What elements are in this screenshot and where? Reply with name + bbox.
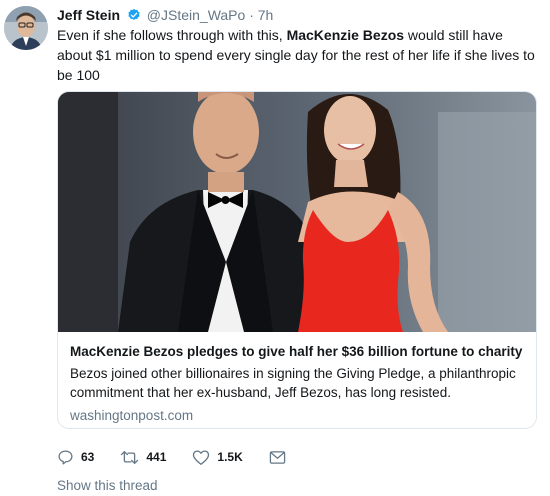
tweet-text: Even if she follows through with this, M…: [57, 25, 537, 85]
author-handle[interactable]: @JStein_WaPo: [147, 7, 246, 23]
tweet-text-bold: MacKenzie Bezos: [286, 27, 405, 43]
card-body: MacKenzie Bezos pledges to give half her…: [70, 343, 526, 425]
tweet-actions: 63 441 1.5K: [57, 447, 312, 467]
tweet-text-part1: Even if she follows through with this,: [57, 27, 287, 43]
heart-icon: [192, 449, 210, 466]
envelope-icon: [269, 450, 286, 465]
direct-message-button[interactable]: [269, 450, 286, 465]
reply-icon: [57, 449, 74, 466]
card-title[interactable]: MacKenzie Bezos pledges to give half her…: [70, 343, 526, 361]
tweet-timestamp[interactable]: 7h: [258, 7, 274, 23]
card-description: Bezos joined other billionaires in signi…: [70, 366, 516, 400]
retweet-icon: [120, 449, 139, 466]
reply-button[interactable]: 63: [57, 449, 94, 466]
card-image: [58, 92, 536, 332]
show-thread-link[interactable]: Show this thread: [57, 478, 158, 493]
like-count: 1.5K: [217, 450, 243, 464]
retweet-button[interactable]: 441: [120, 449, 166, 466]
header-separator: ·: [249, 7, 254, 23]
like-button[interactable]: 1.5K: [192, 449, 243, 466]
verified-badge-icon: [127, 8, 141, 26]
retweet-count: 441: [146, 450, 167, 464]
tweet-header: Jeff Stein @JStein_WaPo · 7h: [57, 6, 542, 26]
reply-count: 63: [81, 450, 95, 464]
card-domain: washingtonpost.com: [70, 408, 194, 423]
link-card[interactable]: MacKenzie Bezos pledges to give half her…: [57, 91, 537, 429]
avatar-image: [4, 6, 48, 50]
author-name[interactable]: Jeff Stein: [57, 7, 120, 23]
avatar[interactable]: [4, 6, 48, 50]
